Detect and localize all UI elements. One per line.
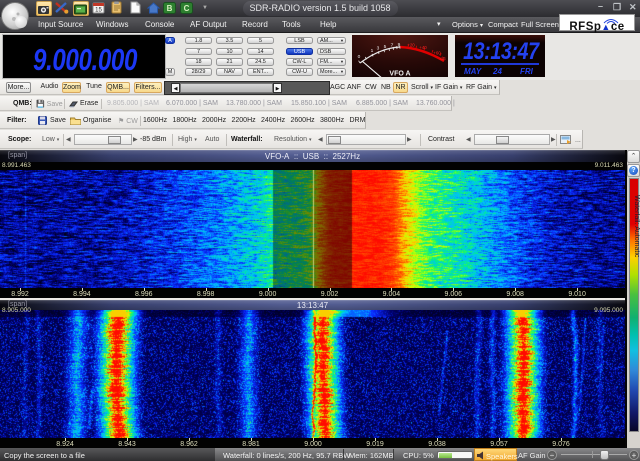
- svg-text:dB: dB: [440, 56, 445, 61]
- svg-text:C: C: [184, 4, 190, 13]
- svg-text:+20: +20: [407, 43, 415, 48]
- svg-text:B: B: [167, 4, 173, 13]
- svg-text:0: 0: [358, 54, 361, 60]
- svg-text:+40: +40: [419, 45, 427, 50]
- svg-text:7: 7: [391, 43, 394, 49]
- svg-text:VFO A: VFO A: [389, 71, 410, 78]
- svg-text:3: 3: [377, 46, 380, 52]
- svg-text:1: 1: [371, 48, 374, 54]
- svg-text:+60: +60: [433, 51, 441, 56]
- svg-text:5: 5: [384, 44, 387, 50]
- svg-text:9: 9: [398, 42, 401, 48]
- svg-text:15: 15: [95, 8, 102, 14]
